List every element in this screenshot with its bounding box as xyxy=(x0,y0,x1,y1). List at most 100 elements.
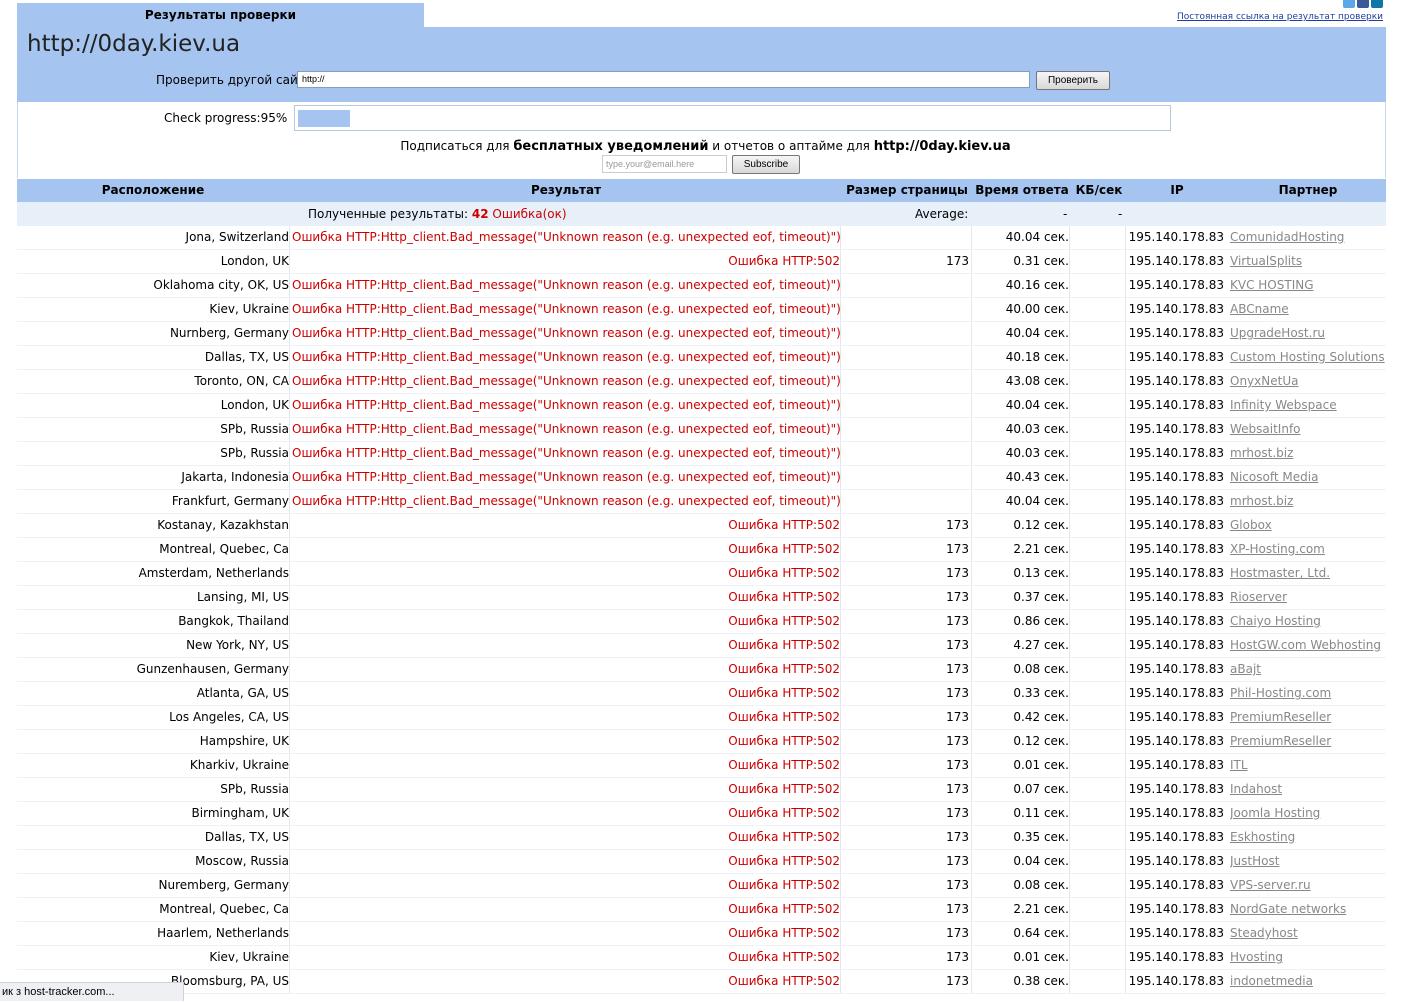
result-cell: Ошибка HTTP:502 xyxy=(292,778,841,801)
time-cell: 0.35 сек. xyxy=(971,826,1070,849)
average-kb: - xyxy=(1118,207,1123,221)
time-cell: 0.12 сек. xyxy=(971,514,1070,537)
partner-link[interactable]: Joomla Hosting xyxy=(1230,802,1386,825)
partner-link[interactable]: KVC HOSTING xyxy=(1230,274,1386,297)
partner-link[interactable]: OnyxNetUa xyxy=(1230,370,1386,393)
result-cell: Ошибка HTTP:Http_client.Bad_message("Unk… xyxy=(292,370,841,393)
location-cell: Jona, Switzerland xyxy=(17,226,290,249)
location-cell: SPb, Russia xyxy=(17,778,290,801)
partner-link[interactable]: ITL xyxy=(1230,754,1386,777)
result-cell: Ошибка HTTP:502 xyxy=(292,826,841,849)
average-time: - xyxy=(1063,207,1068,221)
partner-link[interactable]: Custom Hosting Solutions xyxy=(1230,346,1386,369)
linkedin-icon[interactable] xyxy=(1371,0,1383,8)
size-cell: 173 xyxy=(841,802,972,825)
result-cell: Ошибка HTTP:502 xyxy=(292,874,841,897)
size-cell: 173 xyxy=(841,610,972,633)
partner-link[interactable]: Globox xyxy=(1230,514,1386,537)
location-cell: Amsterdam, Netherlands xyxy=(17,562,290,585)
ip-cell: 195.140.178.83 xyxy=(1128,854,1224,868)
partner-link[interactable]: PremiumReseller xyxy=(1230,730,1386,753)
location-cell: Bangkok, Thailand xyxy=(17,610,290,633)
kb-cell xyxy=(1072,778,1126,801)
partner-link[interactable]: Phil-Hosting.com xyxy=(1230,682,1386,705)
ip-cell: 195.140.178.83 xyxy=(1128,422,1224,436)
partner-link[interactable]: Hostmaster, Ltd. xyxy=(1230,562,1386,585)
partner-link[interactable]: VPS-server.ru xyxy=(1230,874,1386,897)
kb-cell xyxy=(1072,730,1126,753)
location-cell: SPb, Russia xyxy=(17,442,290,465)
time-cell: 2.21 сек. xyxy=(971,538,1070,561)
kb-cell xyxy=(1072,274,1126,297)
permalink-link[interactable]: Постоянная ссылка на результат проверки xyxy=(1177,12,1383,22)
partner-link[interactable]: JustHost xyxy=(1230,850,1386,873)
partner-link[interactable]: ABCname xyxy=(1230,298,1386,321)
size-cell: 173 xyxy=(841,754,972,777)
size-cell: 173 xyxy=(841,250,972,273)
result-cell: Ошибка HTTP:Http_client.Bad_message("Unk… xyxy=(292,226,841,249)
ip-cell: 195.140.178.83 xyxy=(1128,806,1224,820)
kb-cell xyxy=(1072,634,1126,657)
result-cell: Ошибка HTTP:502 xyxy=(292,682,841,705)
results-tab[interactable]: Результаты проверки xyxy=(17,3,424,27)
ip-cell: 195.140.178.83 xyxy=(1128,398,1224,412)
partner-link[interactable]: Nicosoft Media xyxy=(1230,466,1386,489)
result-cell: Ошибка HTTP:502 xyxy=(292,610,841,633)
partner-link[interactable]: WebsaitInfo xyxy=(1230,418,1386,441)
table-row: Nurnberg, Germany Ошибка HTTP:Http_client… xyxy=(17,322,1386,346)
kb-cell xyxy=(1072,250,1126,273)
size-cell xyxy=(841,298,972,321)
result-cell: Ошибка HTTP:Http_client.Bad_message("Unk… xyxy=(292,394,841,417)
partner-link[interactable]: VirtualSplits xyxy=(1230,250,1386,273)
partner-link[interactable]: Infinity Webspace xyxy=(1230,394,1386,417)
subscribe-button[interactable]: Subscribe xyxy=(732,155,800,174)
partner-link[interactable]: indonetmedia xyxy=(1230,970,1386,993)
ip-cell: 195.140.178.83 xyxy=(1128,662,1224,676)
partner-link[interactable]: Hvosting xyxy=(1230,946,1386,969)
partner-link[interactable]: PremiumReseller xyxy=(1230,706,1386,729)
url-input[interactable]: http:// xyxy=(297,71,1030,88)
table-row: London, UK Ошибка HTTP:502 173 0.31 сек. 195… xyxy=(17,250,1386,274)
kb-cell xyxy=(1072,826,1126,849)
partner-link[interactable]: mrhost.biz xyxy=(1230,442,1386,465)
partner-link[interactable]: Chaiyo Hosting xyxy=(1230,610,1386,633)
ip-cell: 195.140.178.83 xyxy=(1128,446,1224,460)
time-cell: 0.08 сек. xyxy=(971,658,1070,681)
partner-link[interactable]: aBajt xyxy=(1230,658,1386,681)
col-time: Время ответа xyxy=(975,183,1069,197)
partner-link[interactable]: Indahost xyxy=(1230,778,1386,801)
summary-text: Полученные результаты: 42 Ошибка(ок) xyxy=(308,202,567,226)
size-cell xyxy=(841,418,972,441)
partner-link[interactable]: Rioserver xyxy=(1230,586,1386,609)
partner-link[interactable]: Eskhosting xyxy=(1230,826,1386,849)
partner-link[interactable]: NordGate networks xyxy=(1230,898,1386,921)
size-cell: 173 xyxy=(841,730,972,753)
result-cell: Ошибка HTTP:Http_client.Bad_message("Unk… xyxy=(292,466,841,489)
partner-link[interactable]: Steadyhost xyxy=(1230,922,1386,945)
table-row: Bloomsburg, PA, US Ошибка HTTP:502 173 0.38… xyxy=(17,970,1386,994)
kb-cell xyxy=(1072,346,1126,369)
partner-link[interactable]: XP-Hosting.com xyxy=(1230,538,1386,561)
browser-status-bar: ик з host-tracker.com... xyxy=(0,982,184,1001)
partner-link[interactable]: mrhost.biz xyxy=(1230,490,1386,513)
time-cell: 0.07 сек. xyxy=(971,778,1070,801)
facebook-icon[interactable] xyxy=(1357,0,1369,8)
partner-link[interactable]: ComunidadHosting xyxy=(1230,226,1386,249)
ip-cell: 195.140.178.83 xyxy=(1128,590,1224,604)
table-row: Nuremberg, Germany Ошибка HTTP:502 173 0.08… xyxy=(17,874,1386,898)
kb-cell xyxy=(1072,970,1126,993)
location-cell: Dallas, TX, US xyxy=(17,346,290,369)
partner-link[interactable]: HostGW.com Webhosting xyxy=(1230,634,1386,657)
time-cell: 0.11 сек. xyxy=(971,802,1070,825)
table-row: Amsterdam, Netherlands Ошибка HTTP:502 173… xyxy=(17,562,1386,586)
location-cell: Oklahoma city, OK, US xyxy=(17,274,290,297)
table-row: Oklahoma city, OK, US Ошибка HTTP:Http_cl… xyxy=(17,274,1386,298)
table-row: Atlanta, GA, US Ошибка HTTP:502 173 0.33 се… xyxy=(17,682,1386,706)
email-input[interactable]: type.your@email.here xyxy=(602,155,727,173)
time-cell: 0.31 сек. xyxy=(971,250,1070,273)
partner-link[interactable]: UpgradeHost.ru xyxy=(1230,322,1386,345)
twitter-icon[interactable] xyxy=(1343,0,1355,8)
location-cell: Haarlem, Netherlands xyxy=(17,922,290,945)
table-row: Montreal, Quebec, Ca Ошибка HTTP:502 173 2.… xyxy=(17,898,1386,922)
check-button[interactable]: Проверить xyxy=(1036,71,1110,90)
